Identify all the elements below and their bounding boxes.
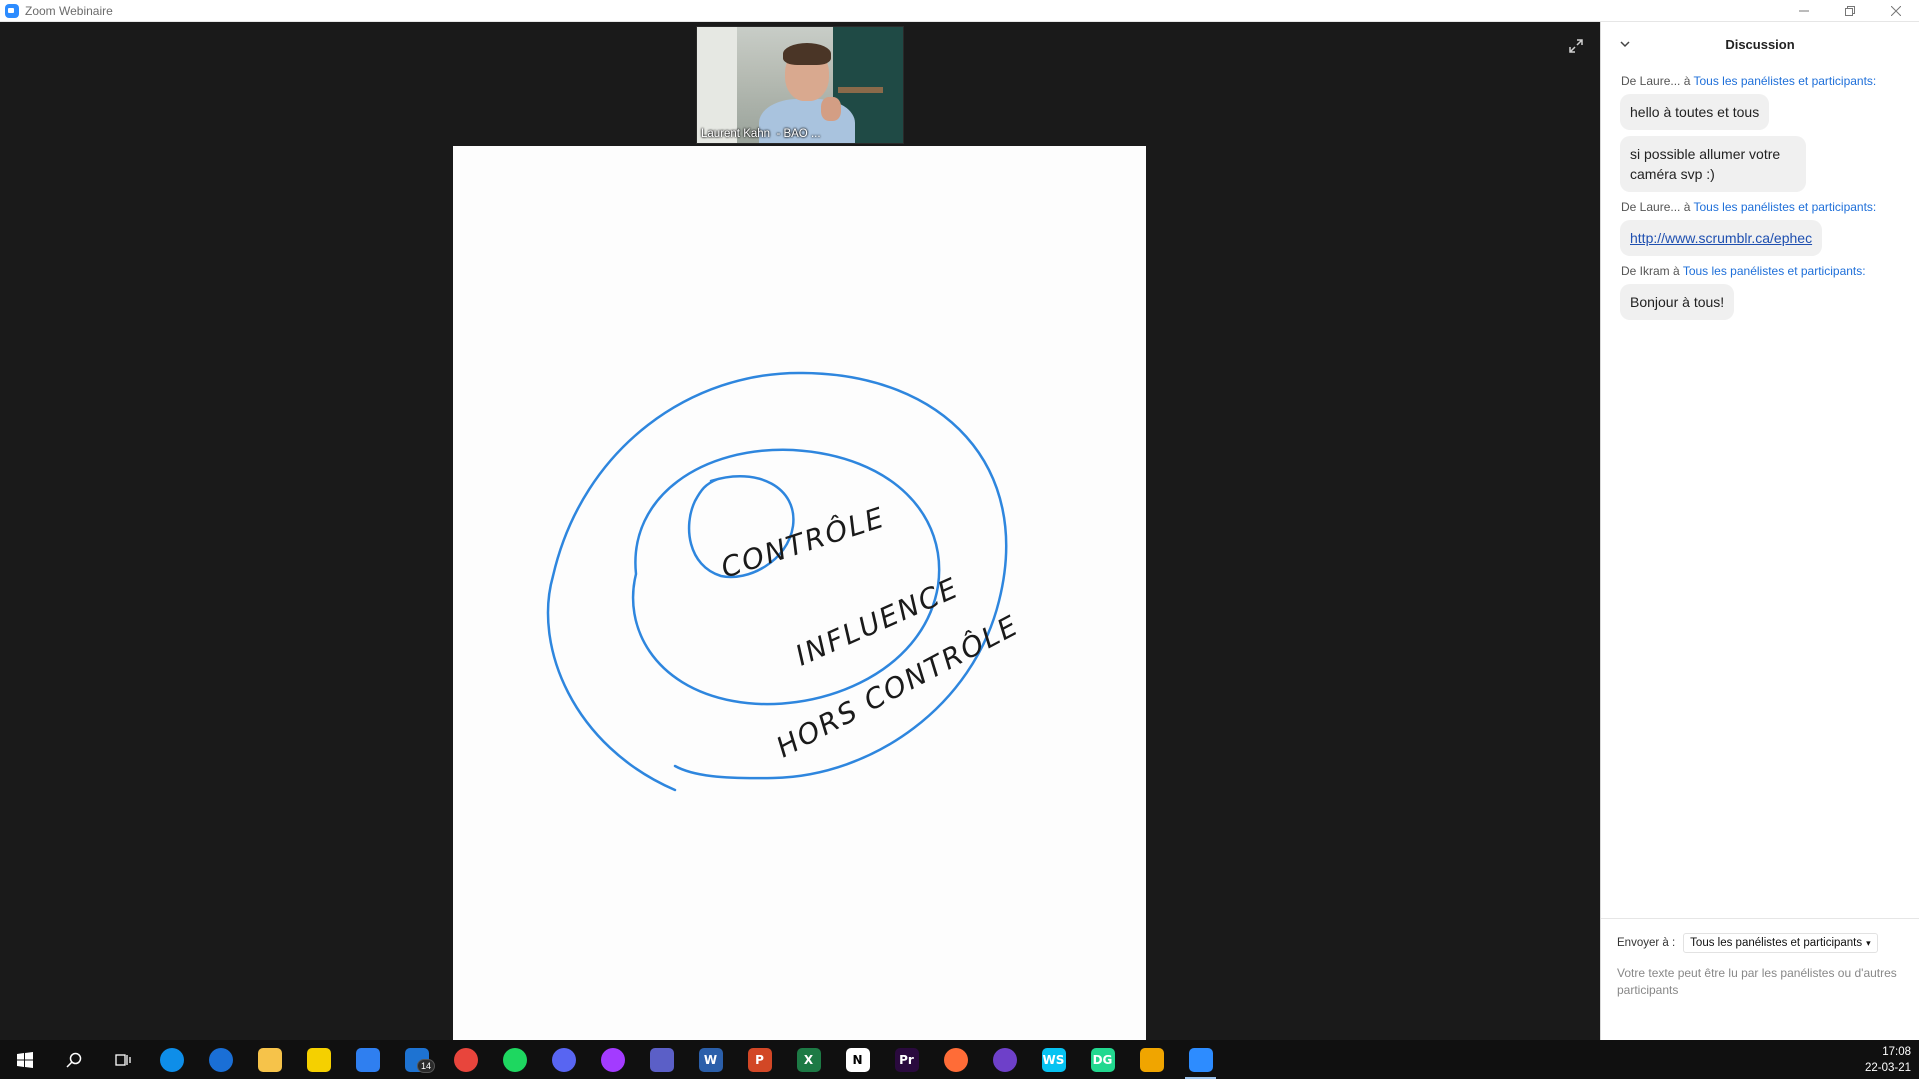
message-meta: De Laure... à Tous les panélistes et par… xyxy=(1621,200,1877,214)
chat-message: De Laure... à Tous les panélistes et par… xyxy=(1601,200,1919,256)
fullscreen-icon[interactable] xyxy=(1566,36,1586,56)
taskbar-onedrive[interactable] xyxy=(196,1040,245,1079)
zoom-icon xyxy=(1188,1047,1213,1072)
chat-message: De Laure... à Tous les panélistes et par… xyxy=(1601,74,1919,192)
notion-icon: N xyxy=(845,1047,870,1072)
chevron-down-icon[interactable] xyxy=(1619,38,1631,50)
chat-composer: Envoyer à : Tous les panélistes et parti… xyxy=(1601,918,1919,1040)
zoom-app-icon xyxy=(5,3,19,18)
taskbar-todo[interactable] xyxy=(343,1040,392,1079)
minimize-button[interactable] xyxy=(1781,0,1827,22)
taskbar-mail[interactable]: 14 xyxy=(392,1040,441,1079)
taskbar-word[interactable]: W xyxy=(686,1040,735,1079)
taskbar: 14 W P X N Pr WS DG 17:08 22-03-21 xyxy=(0,1040,1919,1079)
inner-label: CONTRÔLE xyxy=(717,500,890,585)
message-meta: De Laure... à Tous les panélistes et par… xyxy=(1621,74,1877,88)
search-icon xyxy=(65,1052,82,1068)
word-icon: W xyxy=(698,1047,723,1072)
taskbar-sticky-notes[interactable] xyxy=(294,1040,343,1079)
taskbar-premiere[interactable]: Pr xyxy=(882,1040,931,1079)
taskbar-discord[interactable] xyxy=(539,1040,588,1079)
shared-screen-whiteboard: CONTRÔLE INFLUENCE HORS CONTRÔLE xyxy=(453,146,1146,1040)
taskbar-start[interactable] xyxy=(0,1040,49,1079)
chrome-icon xyxy=(453,1047,478,1072)
powerpoint-icon: P xyxy=(747,1047,772,1072)
check-icon xyxy=(355,1047,380,1072)
recipient-link[interactable]: Tous les panélistes et participants: xyxy=(1694,200,1877,214)
messenger-icon xyxy=(600,1047,625,1072)
video-stage: Laurent Kahn - BAO ... CONTRÔLE INFLUENC… xyxy=(0,22,1600,1040)
recipient-link[interactable]: Tous les panélistes et participants: xyxy=(1694,74,1877,88)
clock-time: 17:08 xyxy=(1882,1045,1911,1058)
chevron-down-icon: ▾ xyxy=(1866,937,1871,948)
concentric-circles-drawing: CONTRÔLE INFLUENCE HORS CONTRÔLE xyxy=(546,371,1024,792)
clock-date: 22-03-21 xyxy=(1864,1061,1911,1074)
restore-button[interactable] xyxy=(1827,0,1873,22)
github-icon xyxy=(992,1047,1017,1072)
message-link[interactable]: http://www.scrumblr.ca/ephec xyxy=(1620,220,1823,256)
note-icon xyxy=(306,1047,331,1072)
send-to-row: Envoyer à : Tous les panélistes et parti… xyxy=(1617,933,1904,953)
cloud-icon xyxy=(208,1047,233,1072)
send-to-label: Envoyer à : xyxy=(1617,937,1676,949)
message-bubble: si possible allumer votre caméra svp :) xyxy=(1620,136,1806,192)
taskbar-powerpoint[interactable]: P xyxy=(735,1040,784,1079)
message-bubble: Bonjour à tous! xyxy=(1620,284,1735,320)
taskbar-excel[interactable]: X xyxy=(784,1040,833,1079)
webstorm-icon: WS xyxy=(1041,1047,1066,1072)
close-button[interactable] xyxy=(1873,0,1919,22)
taskbar-task-view[interactable] xyxy=(98,1040,147,1079)
postman-icon xyxy=(943,1047,968,1072)
taskbar-apps: 14 W P X N Pr WS DG xyxy=(0,1040,1225,1079)
taskbar-search[interactable] xyxy=(49,1040,98,1079)
datagrip-icon: DG xyxy=(1090,1047,1115,1072)
folder-icon xyxy=(257,1047,282,1072)
message-input[interactable]: Votre texte peut être lu par les panélis… xyxy=(1617,965,1897,999)
taskbar-notion[interactable]: N xyxy=(833,1040,882,1079)
taskbar-chrome[interactable] xyxy=(441,1040,490,1079)
teamviewer-icon xyxy=(159,1047,184,1072)
mail-badge: 14 xyxy=(416,1059,435,1073)
minimize-icon xyxy=(1799,10,1809,12)
taskbar-teamviewer[interactable] xyxy=(147,1040,196,1079)
speaker-video-thumbnail[interactable]: Laurent Kahn - BAO ... xyxy=(696,26,904,144)
taskbar-webstorm[interactable]: WS xyxy=(1029,1040,1078,1079)
premiere-icon: Pr xyxy=(894,1047,919,1072)
system-clock[interactable]: 17:08 22-03-21 xyxy=(1829,1040,1919,1079)
message-bubble: hello à toutes et tous xyxy=(1620,94,1770,130)
teams-icon xyxy=(649,1047,674,1072)
chat-header: Discussion xyxy=(1601,22,1919,66)
close-icon xyxy=(1891,6,1901,16)
window-title: Zoom Webinaire xyxy=(25,3,113,18)
chat-messages: De Laure... à Tous les panélistes et par… xyxy=(1601,74,1919,320)
send-to-dropdown[interactable]: Tous les panélistes et participants ▾ xyxy=(1683,933,1878,953)
restore-icon xyxy=(1845,6,1855,16)
window-controls xyxy=(1781,0,1919,22)
remote-desktop-icon xyxy=(1139,1047,1164,1072)
task-view-icon xyxy=(114,1052,131,1068)
taskbar-datagrip[interactable]: DG xyxy=(1078,1040,1127,1079)
title-bar: Zoom Webinaire xyxy=(0,0,1919,22)
windows-icon xyxy=(16,1051,33,1068)
taskbar-spotify[interactable] xyxy=(490,1040,539,1079)
discord-icon xyxy=(551,1047,576,1072)
speaker-name: Laurent Kahn - BAO ... xyxy=(701,128,821,140)
taskbar-github[interactable] xyxy=(980,1040,1029,1079)
chat-message: De Ikram à Tous les panélistes et partic… xyxy=(1601,264,1919,320)
recipient-link[interactable]: Tous les panélistes et participants: xyxy=(1683,264,1866,278)
taskbar-postman[interactable] xyxy=(931,1040,980,1079)
taskbar-remote-desktop[interactable] xyxy=(1127,1040,1176,1079)
taskbar-zoom[interactable] xyxy=(1176,1040,1225,1079)
spotify-icon xyxy=(502,1047,527,1072)
chat-panel: Discussion De Laure... à Tous les panéli… xyxy=(1600,22,1919,1040)
taskbar-teams[interactable] xyxy=(637,1040,686,1079)
excel-icon: X xyxy=(796,1047,821,1072)
middle-circle xyxy=(631,448,941,706)
taskbar-file-explorer[interactable] xyxy=(245,1040,294,1079)
chat-title: Discussion xyxy=(1725,36,1795,52)
taskbar-messenger[interactable] xyxy=(588,1040,637,1079)
message-meta: De Ikram à Tous les panélistes et partic… xyxy=(1621,264,1866,278)
